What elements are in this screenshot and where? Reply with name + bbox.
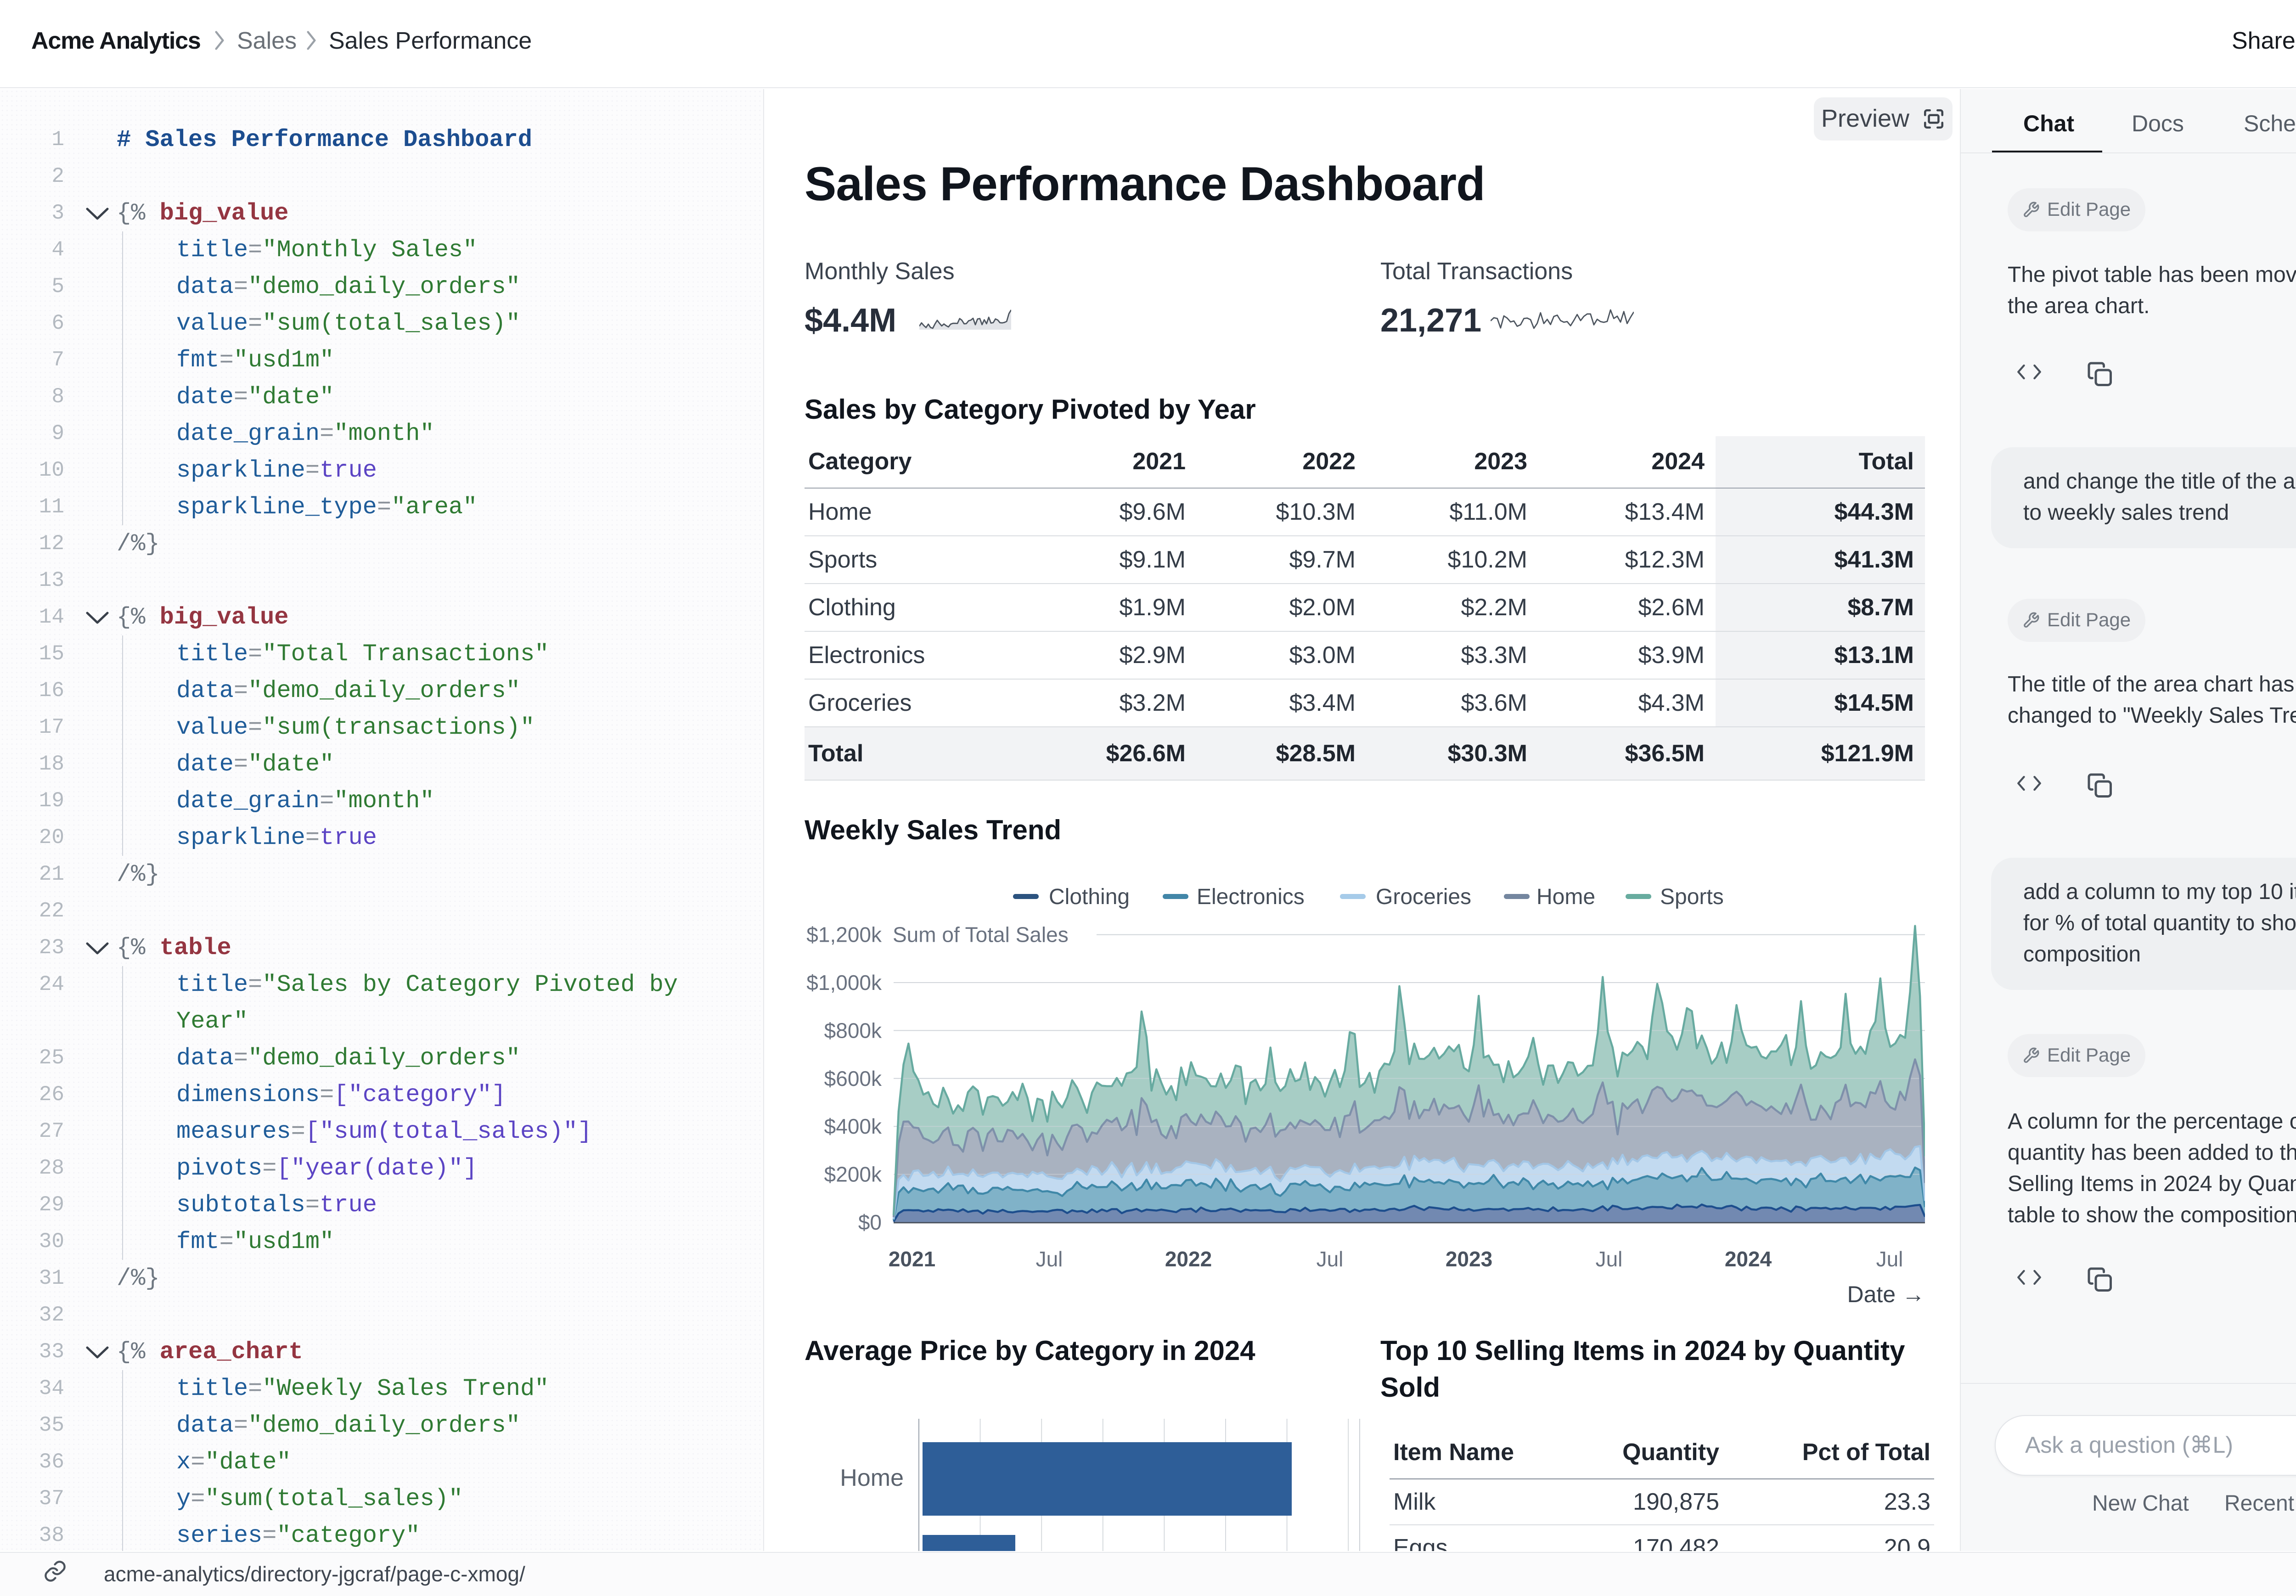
svg-text:Groceries: Groceries xyxy=(1376,885,1471,909)
svg-text:Jul: Jul xyxy=(1317,1247,1344,1271)
svg-text:Clothing: Clothing xyxy=(1049,885,1130,909)
svg-text:Date →: Date → xyxy=(1847,1281,1925,1307)
svg-text:Electronics: Electronics xyxy=(1197,885,1305,909)
svg-text:Sum of Total Sales: Sum of Total Sales xyxy=(893,923,1069,947)
svg-text:$400k: $400k xyxy=(824,1114,882,1138)
svg-text:2022: 2022 xyxy=(1165,1247,1212,1271)
svg-text:Jul: Jul xyxy=(1876,1247,1903,1271)
svg-text:Jul: Jul xyxy=(1596,1247,1623,1271)
svg-text:Sports: Sports xyxy=(1660,885,1724,909)
svg-text:2024: 2024 xyxy=(1725,1247,1772,1271)
svg-text:$0: $0 xyxy=(858,1210,882,1234)
svg-text:$200k: $200k xyxy=(824,1163,882,1186)
svg-text:Home: Home xyxy=(1536,885,1595,909)
svg-text:$800k: $800k xyxy=(824,1018,882,1042)
svg-text:2023: 2023 xyxy=(1446,1247,1492,1271)
svg-text:$1,200k: $1,200k xyxy=(806,923,882,947)
svg-text:$600k: $600k xyxy=(824,1067,882,1090)
svg-text:2021: 2021 xyxy=(889,1247,935,1271)
svg-text:$1,000k: $1,000k xyxy=(806,971,882,995)
svg-text:Jul: Jul xyxy=(1036,1247,1063,1271)
